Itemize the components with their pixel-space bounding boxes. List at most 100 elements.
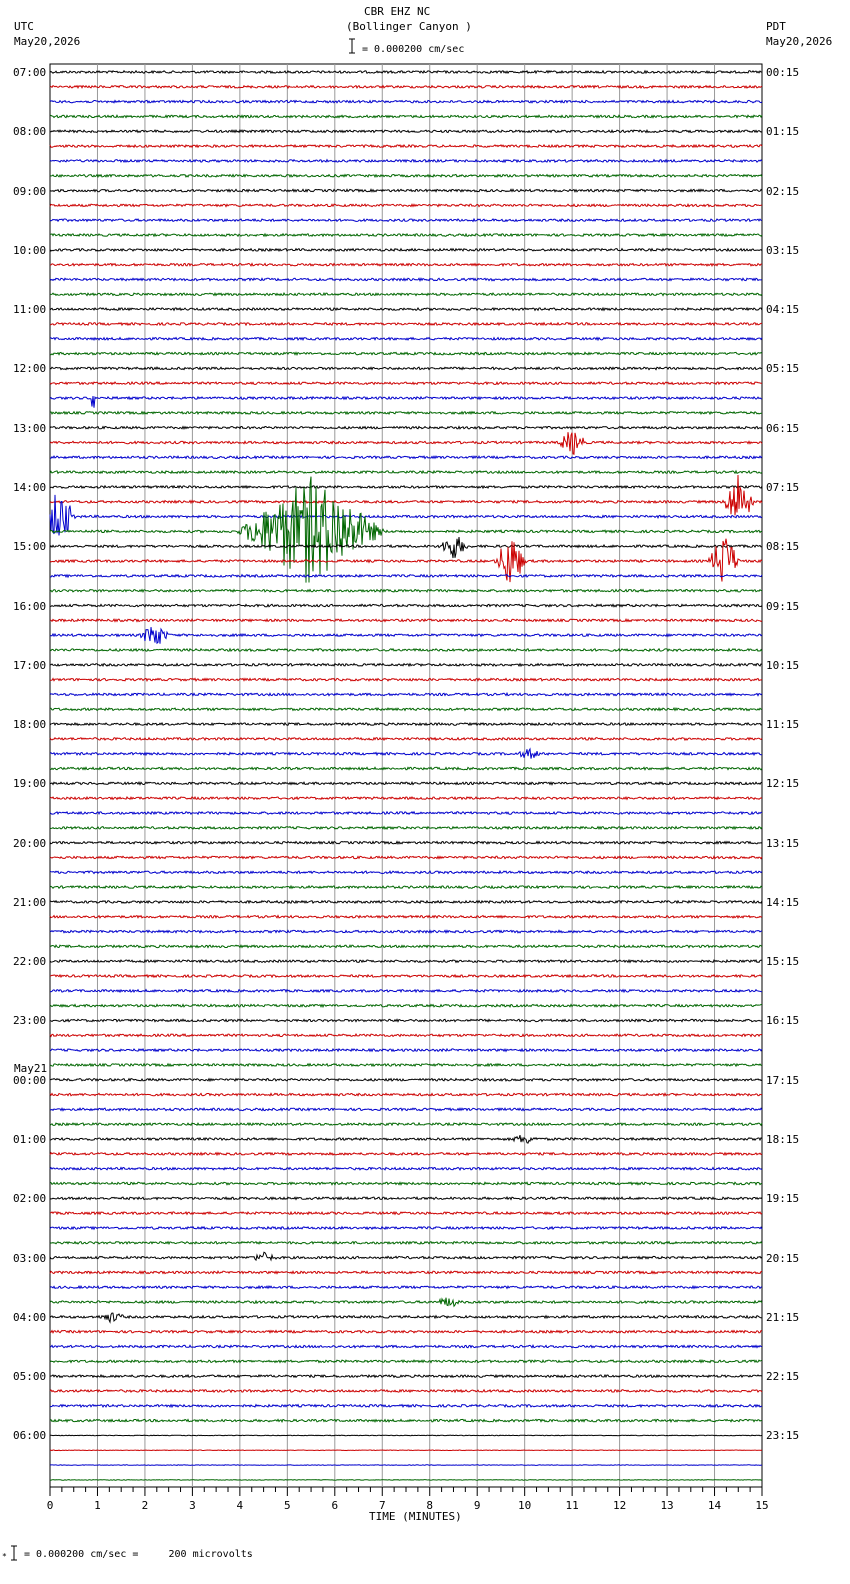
trace-line [49,1196,763,1201]
trace-line [50,662,763,668]
trace-line [49,1077,763,1083]
trace-line [49,1312,763,1324]
pdt-hour-label: 21:15 [766,1310,800,1324]
utc-hour-label: 08:00 [13,125,47,139]
trace-line [49,476,763,583]
utc-hour-label: 18:00 [13,718,47,732]
trace-line [49,627,763,645]
pdt-hour-label: 07:15 [766,480,800,494]
utc-hour-label: 05:00 [13,1370,47,1384]
utc-hour-label: 02:00 [13,1192,47,1206]
pdt-hour-label: 19:15 [766,1192,800,1206]
trace-line [49,691,763,697]
pdt-hour-label: 03:15 [766,243,800,257]
trace-line [49,291,763,297]
x-tick-label: 3 [189,1499,196,1512]
trace-line [49,336,763,342]
x-tick-label: 0 [47,1499,54,1512]
minute-gridlines [96,64,716,1487]
pdt-hour-label: 08:15 [766,540,800,554]
utc-hour-label: 09:00 [13,184,47,198]
trace-line [49,277,763,282]
trace-line [49,1210,763,1216]
utc-hour-label: 07:00 [13,66,47,79]
trace-line [49,1240,763,1246]
trace-line [49,474,763,516]
trace-line [49,647,763,653]
trace-line [49,128,763,134]
trace-line [49,1033,763,1038]
trace-line [49,410,763,416]
trace-line [49,114,763,119]
trace-line [49,617,763,623]
seismic-traces [49,69,763,1481]
utc-hour-label: 03:00 [13,1251,47,1265]
trace-line [49,1018,763,1023]
trace-line [49,1284,763,1290]
utc-hour-label: 06:00 [13,1429,47,1443]
trace-line [49,855,763,860]
pdt-hour-label: 23:15 [766,1429,800,1443]
trace-line [49,1121,763,1127]
trace-line [49,366,763,371]
trace-line [49,825,763,831]
trace-line [49,1388,763,1394]
trace-line [49,1270,763,1275]
utc-hour-label: 23:00 [13,1014,47,1028]
trace-line [49,1134,763,1144]
trace-line [49,158,763,164]
x-tick-label: 9 [474,1499,481,1512]
x-tick-label: 1 [94,1499,101,1512]
trace-line [49,1329,763,1334]
x-tick-label: 15 [755,1499,768,1512]
utc-hour-label: 04:00 [13,1310,47,1324]
trace-line [49,810,763,816]
trace-line [49,484,763,490]
trace-line [49,1166,763,1171]
trace-line [49,747,762,759]
trace-line [49,958,763,964]
left-date: May20,2026 [14,35,81,48]
pdt-hour-label: 18:15 [766,1133,800,1147]
seismogram-plot: 0 1 2 3 4 5 6 7 8 9 10 11 12 13 14 15 [11,38,769,1561]
x-tick-label: 13 [660,1499,673,1512]
trace-line [49,469,763,475]
x-tick-label: 10 [518,1499,531,1512]
pdt-hour-label: 15:15 [766,955,800,969]
trace-line [49,380,762,386]
utc-hour-label: 22:00 [13,955,47,969]
trace-line [49,1107,763,1112]
utc-hour-label: 15:00 [13,540,47,554]
trace-line [49,306,763,312]
trace-line [49,795,763,801]
x-tick-label: 12 [613,1499,626,1512]
trace-line [49,1403,762,1409]
trace-line [49,1359,763,1364]
trace-line [49,1297,763,1308]
left-timezone: UTC [14,20,34,33]
x-tick-label: 2 [142,1499,149,1512]
trace-line [49,1449,763,1452]
trace-line [49,988,763,994]
trace-line [49,1225,763,1231]
utc-hour-label: 19:00 [13,777,47,791]
utc-hour-label: 12:00 [13,362,47,376]
pdt-hour-label: 04:15 [766,303,800,317]
pdt-hour-label: 10:15 [766,658,800,672]
trace-line [49,173,763,179]
trace-line [49,1434,763,1437]
trace-line [49,1062,763,1068]
x-tick-label: 11 [566,1499,579,1512]
trace-line [49,1181,763,1186]
trace-line [49,840,763,845]
trace-line [49,425,763,430]
trace-line [49,766,763,771]
pdt-hour-label: 11:15 [766,718,800,732]
x-axis: 0 1 2 3 4 5 6 7 8 9 10 11 12 13 14 15 [47,1487,769,1512]
pdt-hour-label: 20:15 [766,1251,800,1265]
trace-line [49,573,763,579]
pdt-hour-label: 01:15 [766,125,800,139]
utc-hour-label: 17:00 [13,658,47,672]
utc-hour-label: 21:00 [13,895,47,909]
trace-line [49,914,763,920]
